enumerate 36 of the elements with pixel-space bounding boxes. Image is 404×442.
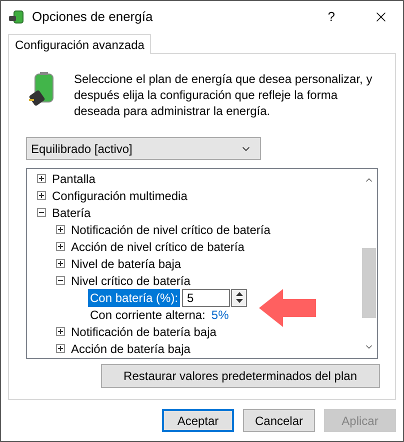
tree-item[interactable]: Acción de nivel crítico de batería: [71, 238, 244, 256]
tree-item[interactable]: Notificación de nivel crítico de batería: [71, 220, 270, 238]
battery-plug-icon: [8, 9, 25, 25]
expand-icon[interactable]: [37, 191, 46, 200]
dialog-button[interactable]: Aceptar: [162, 409, 234, 432]
tree-item[interactable]: Pantalla: [52, 170, 96, 188]
window-title: Opciones de energía: [32, 8, 153, 26]
down-icon: [236, 299, 243, 303]
tree-item[interactable]: Configuración multimedia: [52, 186, 188, 204]
up-icon: [236, 292, 243, 296]
description-text: Seleccione el plan de energía que desea personalizar, y después elija la configuración que refleje la forma deseada para administrar la energía.: [74, 71, 374, 119]
expand-icon[interactable]: [56, 327, 65, 336]
tree-item[interactable]: Batería: [52, 204, 91, 222]
dialog-button[interactable]: Cancelar: [243, 409, 315, 432]
spin-buttons[interactable]: [231, 288, 248, 306]
setting-label[interactable]: Con batería (%):: [88, 288, 180, 306]
arrow-icon: [259, 289, 316, 327]
scroll-thumb[interactable]: [362, 248, 376, 318]
tab[interactable]: Configuración avanzada: [8, 34, 152, 54]
plan-dropdown[interactable]: Equilibrado [activo]: [26, 137, 261, 160]
expand-icon[interactable]: [37, 174, 46, 183]
expand-icon[interactable]: [56, 242, 65, 251]
expand-icon[interactable]: [56, 344, 65, 353]
tree-item[interactable]: Nivel crítico de batería: [71, 272, 190, 290]
collapse-icon[interactable]: [56, 276, 65, 285]
help-button[interactable]: ?: [328, 7, 335, 27]
tree-item[interactable]: Acción de batería baja: [71, 340, 190, 358]
number-field[interactable]: 5: [182, 288, 230, 306]
expand-icon[interactable]: [56, 225, 65, 234]
collapse-icon[interactable]: [37, 208, 46, 217]
restore-defaults-button[interactable]: Restaurar valores predeterminados del plan: [100, 364, 380, 388]
tree-item[interactable]: Notificación de batería baja: [71, 322, 216, 340]
tree-item[interactable]: Nivel de batería baja: [71, 254, 182, 272]
expand-icon[interactable]: [56, 259, 65, 268]
setting-value[interactable]: 5%: [211, 306, 229, 324]
setting-label[interactable]: Con corriente alterna:: [88, 306, 208, 324]
